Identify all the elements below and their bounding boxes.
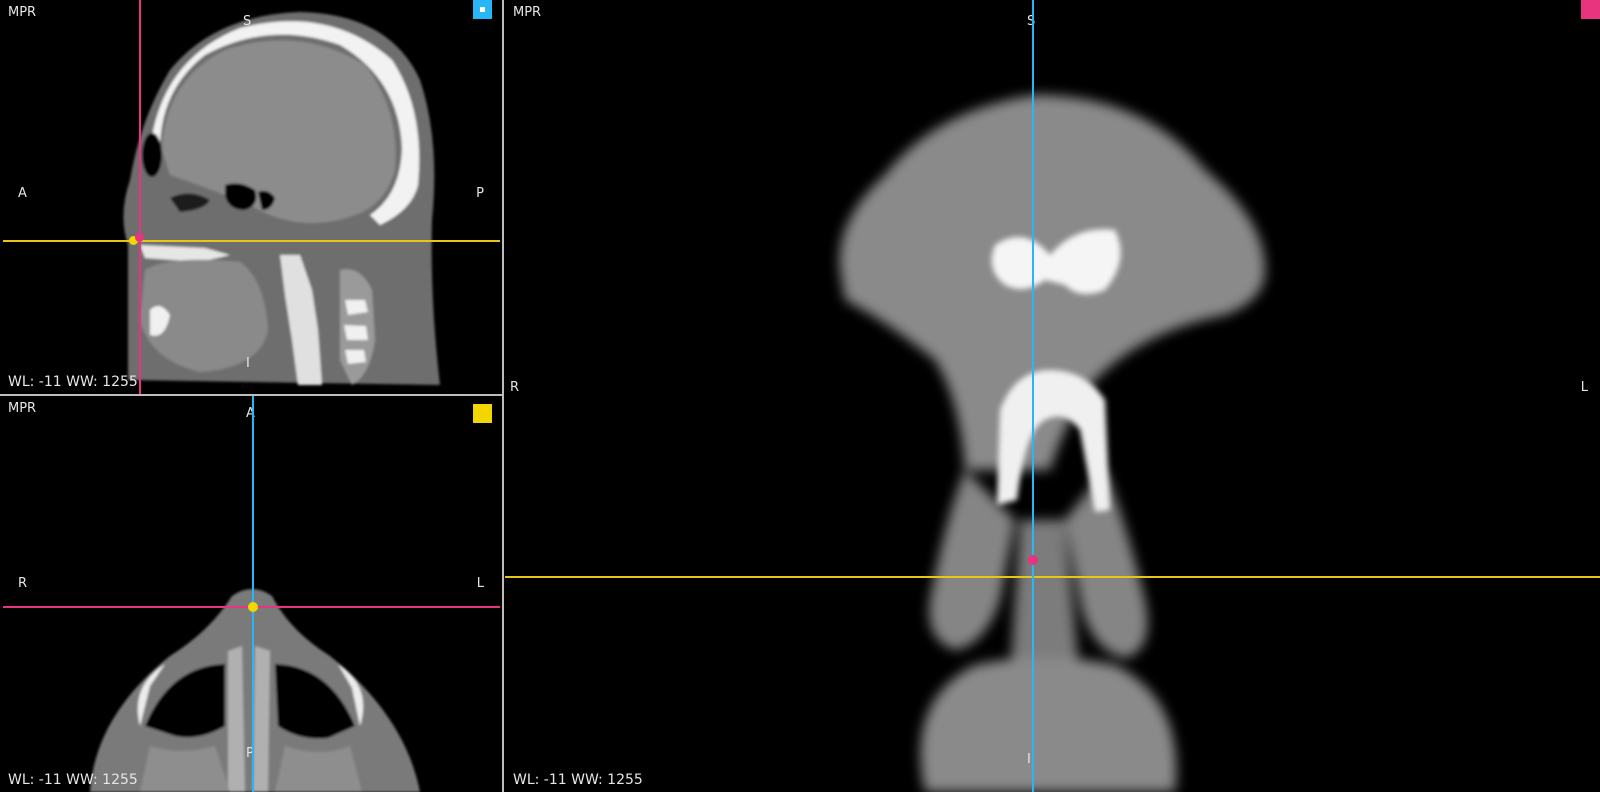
window-level-readout: WL: -11 WW: 1255 [8,374,138,390]
coronal-ct-image[interactable] [505,0,1600,792]
viewport-label: MPR [8,5,37,20]
crosshair-center-dot-secondary [135,233,144,242]
axial-viewport[interactable]: A R L P MPR WL: -11 WW: 1255 [0,396,502,792]
divider-vertical[interactable] [502,0,504,792]
orientation-right: P [476,186,484,201]
viewport-color-marker[interactable] [473,0,492,19]
viewport-label: MPR [8,401,37,416]
orientation-bottom: I [1027,752,1031,767]
crosshair-center-dot[interactable] [248,602,258,612]
orientation-right: L [1580,380,1588,395]
sagittal-viewport[interactable]: S A P I MPR WL: -11 WW: 1255 [0,0,502,394]
orientation-left: R [510,380,520,395]
crosshair-vertical[interactable] [139,0,141,394]
orientation-right: L [476,576,484,591]
crosshair-vertical[interactable] [1032,0,1034,792]
orientation-bottom: I [246,356,250,371]
viewport-color-marker[interactable] [1581,0,1600,19]
viewport-color-marker[interactable] [473,404,492,423]
window-level-readout: WL: -11 WW: 1255 [513,772,643,788]
window-level-readout: WL: -11 WW: 1255 [8,772,138,788]
crosshair-horizontal[interactable] [3,240,500,242]
orientation-left: R [18,576,28,591]
sagittal-ct-image[interactable] [0,0,502,394]
crosshair-vertical[interactable] [252,396,254,792]
crosshair-center-dot[interactable] [1028,555,1038,565]
orientation-left: A [18,186,27,201]
coronal-viewport[interactable]: S R L I MPR WL: -11 WW: 1255 [505,0,1600,792]
axial-ct-image[interactable] [0,396,502,792]
viewport-label: MPR [513,5,542,20]
orientation-top: S [243,14,252,29]
crosshair-horizontal[interactable] [505,576,1600,578]
